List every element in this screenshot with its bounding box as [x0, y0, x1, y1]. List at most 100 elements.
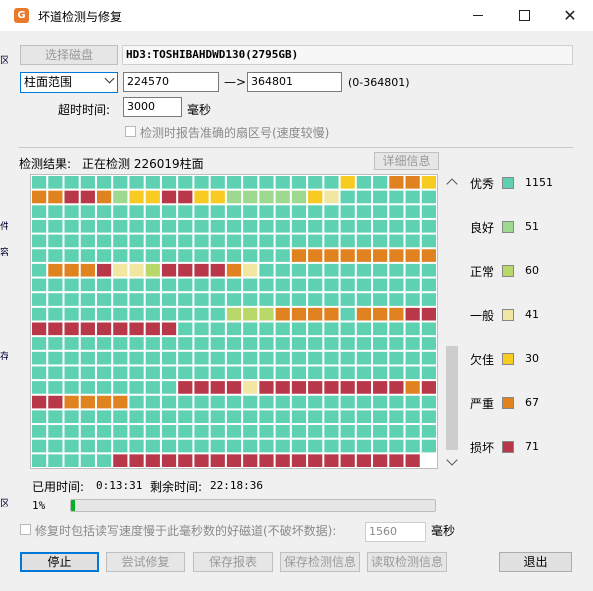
scan-block-excellent: [96, 176, 112, 189]
scan-block-excellent: [210, 439, 225, 453]
scroll-up-icon[interactable]: [446, 178, 458, 190]
detail-info-button[interactable]: 详细信息: [374, 152, 439, 170]
scan-block-excellent: [356, 234, 372, 248]
scan-block-good: [243, 190, 258, 204]
scan-block-excellent: [178, 425, 193, 438]
scan-block-excellent: [308, 439, 323, 453]
scan-block-excellent: [373, 234, 388, 248]
range-hint: (0-364801): [348, 76, 410, 89]
scan-block-excellent: [421, 322, 436, 336]
scan-block-serious: [113, 395, 128, 409]
scan-block-excellent: [178, 322, 193, 336]
scan-block-bad: [275, 381, 290, 394]
report-sector-checkbox[interactable]: [125, 126, 136, 137]
scan-block-excellent: [48, 425, 63, 438]
select-disk-button[interactable]: 选择磁盘: [20, 45, 118, 65]
scan-block-fair: [243, 263, 258, 277]
scan-block-serious: [48, 263, 63, 277]
scan-block-excellent: [161, 249, 177, 262]
title-bar: G 坏道检测与修复 ✕: [0, 0, 593, 31]
scan-block-excellent: [259, 263, 274, 277]
scan-block-excellent: [113, 234, 128, 248]
scan-block-excellent: [129, 249, 144, 262]
grid-scrollbar[interactable]: [444, 174, 460, 469]
load-info-button[interactable]: 读取检测信息: [367, 552, 447, 572]
scan-block-excellent: [259, 278, 274, 292]
scan-block-excellent: [32, 307, 47, 321]
scan-block-serious: [373, 307, 388, 321]
range-end-input[interactable]: 364801: [247, 72, 342, 92]
scan-block-normal: [226, 307, 242, 321]
save-info-button[interactable]: 保存检测信息: [280, 552, 360, 572]
scan-block-serious: [308, 249, 323, 262]
scan-block-excellent: [32, 234, 47, 248]
range-start-input[interactable]: 224570: [123, 72, 219, 92]
scan-block-excellent: [291, 410, 307, 424]
scan-block-excellent: [80, 293, 95, 306]
scan-block-excellent: [324, 293, 339, 306]
scan-block-excellent: [405, 278, 420, 292]
scan-block-poor: [210, 190, 225, 204]
scan-block-excellent: [64, 278, 79, 292]
scan-block-bad: [373, 454, 388, 467]
range-mode-select[interactable]: 柱面范围: [20, 72, 118, 93]
scan-block-excellent: [373, 205, 388, 218]
scan-block-serious: [373, 249, 388, 262]
scan-block-excellent: [48, 249, 63, 262]
scan-block-excellent: [64, 381, 79, 394]
scan-block-excellent: [324, 439, 339, 453]
scan-block-excellent: [275, 395, 290, 409]
repair-slow-label: 修复时包括读写速度慢于此毫秒数的好磁道(不破坏数据):: [35, 524, 337, 538]
scroll-down-icon[interactable]: [446, 454, 458, 466]
scan-block-excellent: [129, 395, 144, 409]
scan-block-excellent: [64, 410, 79, 424]
scan-block-excellent: [32, 425, 47, 438]
scan-block-excellent: [161, 293, 177, 306]
scan-block-excellent: [291, 205, 307, 218]
exit-button[interactable]: 退出: [499, 552, 572, 572]
scan-block-excellent: [210, 249, 225, 262]
save-report-button[interactable]: 保存报表: [193, 552, 273, 572]
maximize-button[interactable]: [501, 0, 547, 31]
repair-slow-checkbox[interactable]: [20, 524, 31, 535]
result-status: 正在检测 226019柱面: [82, 157, 204, 171]
scan-block-excellent: [161, 337, 177, 350]
scan-block-excellent: [243, 249, 258, 262]
scan-block-excellent: [340, 278, 355, 292]
scan-block-excellent: [356, 366, 372, 380]
timeout-unit: 毫秒: [187, 103, 212, 117]
scan-block-grid[interactable]: [30, 174, 438, 469]
scan-block-bad: [113, 322, 128, 336]
close-button[interactable]: ✕: [547, 0, 593, 31]
scan-block-excellent: [356, 293, 372, 306]
scan-block-excellent: [48, 278, 63, 292]
scan-block-excellent: [291, 351, 307, 365]
scan-block-bad: [194, 381, 209, 394]
stop-button[interactable]: 停止: [20, 552, 99, 572]
scan-block-excellent: [194, 176, 209, 189]
scan-block-excellent: [145, 351, 160, 365]
scan-block-excellent: [243, 351, 258, 365]
scan-block-bad: [275, 454, 290, 467]
scan-block-excellent: [145, 205, 160, 218]
scan-block-bad: [80, 322, 95, 336]
scan-block-excellent: [64, 205, 79, 218]
scan-block-excellent: [178, 234, 193, 248]
minimize-button[interactable]: [455, 0, 501, 31]
repair-slow-ms-input[interactable]: 1560: [365, 522, 426, 542]
scan-block-excellent: [243, 293, 258, 306]
scan-block-excellent: [210, 205, 225, 218]
scan-block-excellent: [32, 263, 47, 277]
scan-block-serious: [405, 249, 420, 262]
scan-block-excellent: [308, 351, 323, 365]
scan-block-excellent: [161, 351, 177, 365]
scan-block-excellent: [48, 293, 63, 306]
scan-block-bad: [129, 322, 144, 336]
try-repair-button[interactable]: 尝试修复: [106, 552, 185, 572]
scan-block-excellent: [194, 425, 209, 438]
legend-label-excellent: 优秀: [470, 177, 495, 191]
scroll-thumb[interactable]: [446, 346, 458, 450]
scan-block-excellent: [210, 366, 225, 380]
timeout-input[interactable]: 3000: [123, 97, 182, 117]
scan-block-excellent: [389, 337, 404, 350]
